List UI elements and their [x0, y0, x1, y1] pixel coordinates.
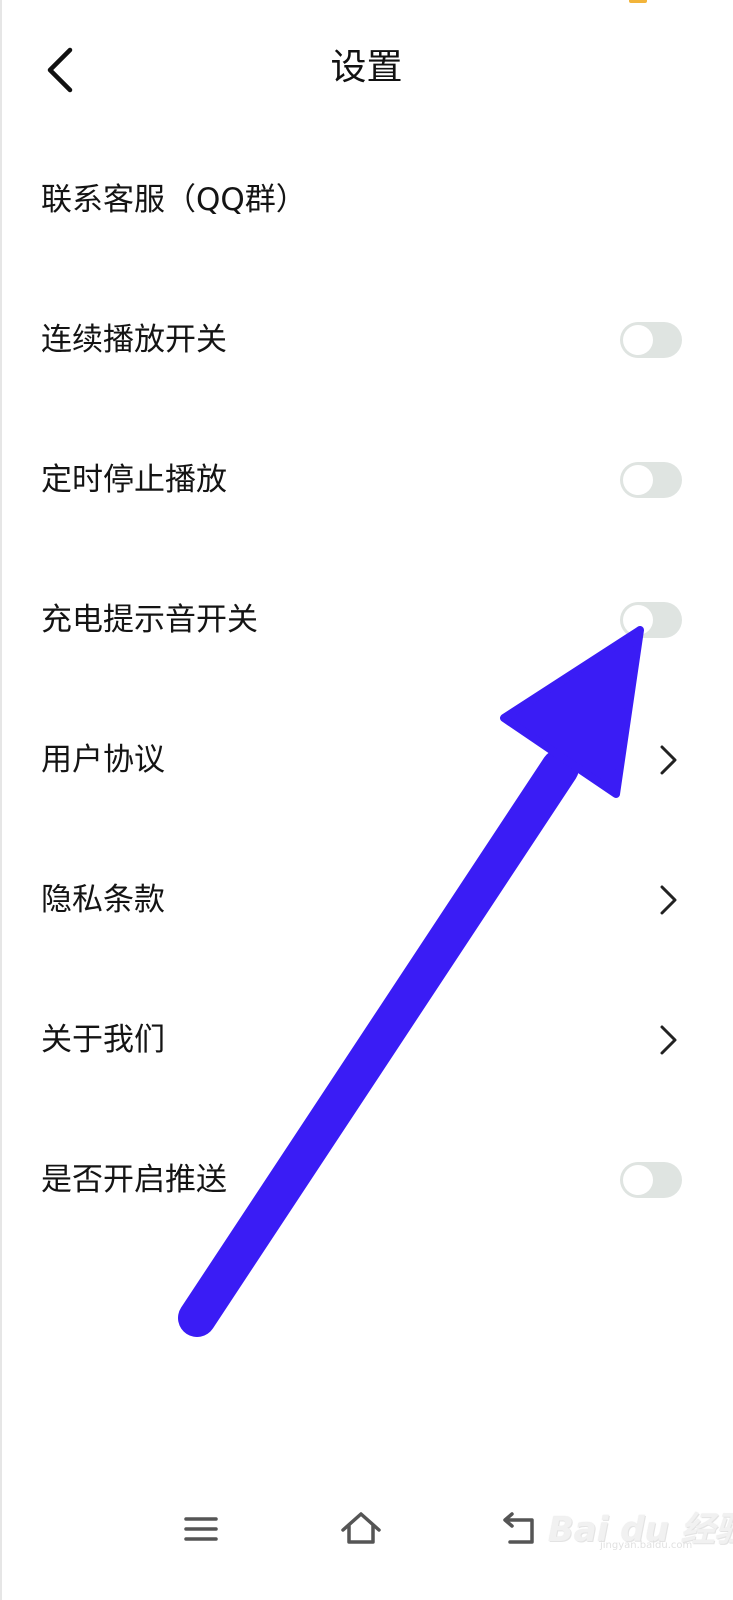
chevron-right-icon [660, 1025, 677, 1055]
app-header: 设置 [0, 20, 733, 120]
push-notifications-toggle[interactable] [620, 1162, 682, 1198]
settings-item-label: 充电提示音开关 [41, 602, 258, 638]
settings-item-label: 联系客服（QQ群） [41, 182, 307, 218]
status-indicator [629, 0, 647, 3]
watermark-url: jingyan.baidu.com [600, 1540, 693, 1551]
continuous-play-toggle[interactable] [620, 322, 682, 358]
settings-item-contact-support[interactable]: 联系客服（QQ群） [0, 130, 733, 270]
back-icon [503, 1512, 534, 1544]
menu-icon [184, 1517, 218, 1541]
settings-item-label: 连续播放开关 [41, 322, 227, 358]
charging-sound-toggle[interactable] [620, 602, 682, 638]
settings-item-label: 关于我们 [41, 1022, 165, 1058]
page-title: 设置 [330, 47, 403, 88]
home-icon [341, 1512, 381, 1544]
nav-home-button[interactable] [336, 1504, 386, 1554]
settings-item-user-agreement[interactable]: 用户协议 [0, 690, 733, 830]
settings-item-continuous-play[interactable]: 连续播放开关 [0, 270, 733, 410]
settings-item-privacy-policy[interactable]: 隐私条款 [0, 830, 733, 970]
settings-item-label: 是否开启推送 [41, 1162, 227, 1198]
settings-item-push-notifications[interactable]: 是否开启推送 [0, 1110, 733, 1250]
settings-item-charging-sound[interactable]: 充电提示音开关 [0, 550, 733, 690]
toggle-knob [623, 605, 653, 635]
baidu-jingyan-watermark: Bai du 经验 jingyan.baidu.com [548, 1492, 733, 1562]
settings-item-label: 用户协议 [41, 742, 165, 778]
toggle-knob [623, 465, 653, 495]
nav-menu-button[interactable] [176, 1504, 226, 1554]
chevron-right-icon [660, 745, 677, 775]
chevron-right-icon [660, 885, 677, 915]
sleep-timer-toggle[interactable] [620, 462, 682, 498]
settings-item-sleep-timer[interactable]: 定时停止播放 [0, 410, 733, 550]
settings-item-label: 隐私条款 [41, 882, 165, 918]
nav-back-button[interactable] [496, 1504, 546, 1554]
toggle-knob [623, 325, 653, 355]
settings-item-label: 定时停止播放 [41, 462, 227, 498]
toggle-knob [623, 1165, 653, 1195]
settings-item-about-us[interactable]: 关于我们 [0, 970, 733, 1110]
